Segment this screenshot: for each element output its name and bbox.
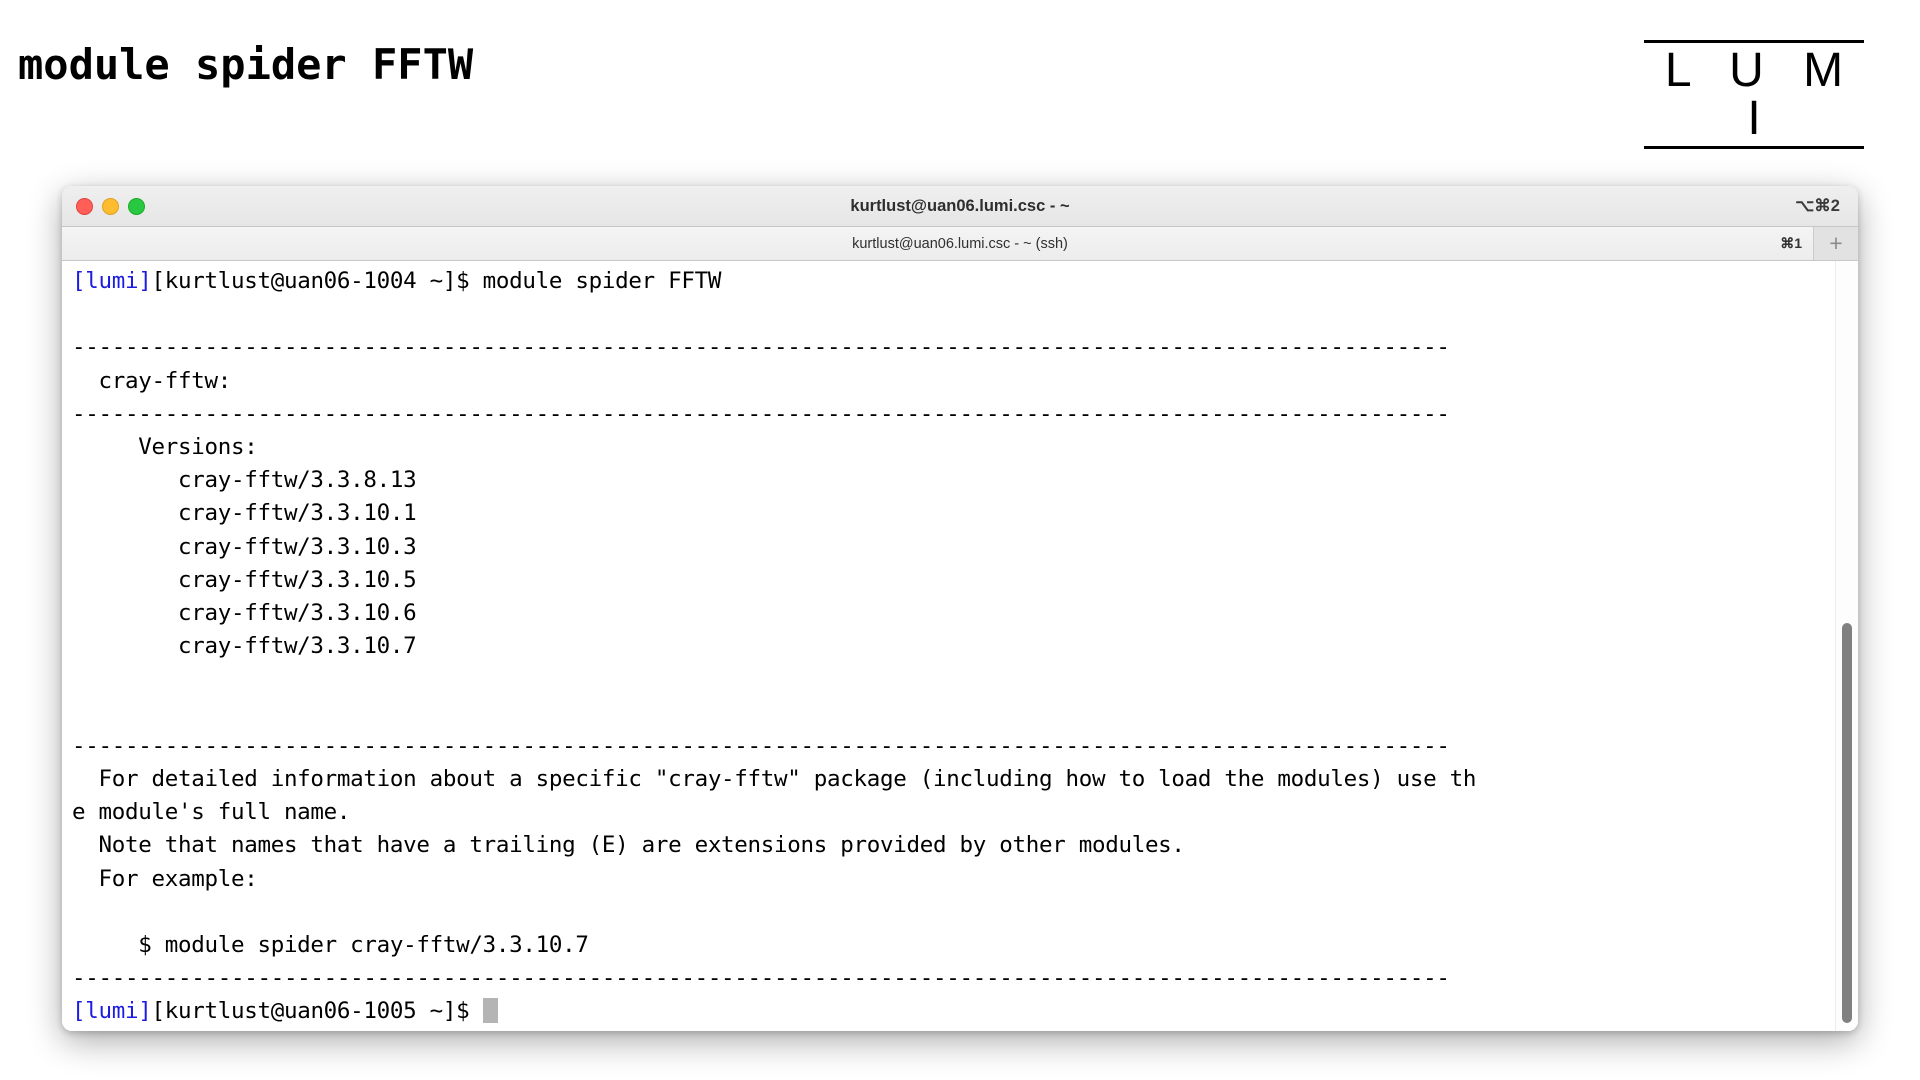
window-shortcut-label: ⌥⌘2 — [1795, 197, 1840, 215]
terminal-line: ----------------------------------------… — [72, 331, 1476, 364]
terminal-body[interactable]: [lumi][kurtlust@uan06-1004 ~]$ module sp… — [62, 261, 1858, 1031]
terminal-line: Note that names that have a trailing (E)… — [72, 829, 1476, 862]
terminal-line: ----------------------------------------… — [72, 730, 1476, 763]
terminal-line: For detailed information about a specifi… — [72, 763, 1476, 796]
prompt-host-token: [lumi] — [72, 998, 152, 1025]
terminal-line-text — [72, 700, 85, 726]
terminal-line: [lumi][kurtlust@uan06-1004 ~]$ module sp… — [72, 265, 1476, 298]
terminal-line-text: [kurtlust@uan06-1004 ~]$ module spider F… — [151, 268, 722, 294]
terminal-line — [72, 298, 1476, 331]
tab-shortcut-label: ⌘1 — [1780, 235, 1802, 251]
terminal-line-text: ----------------------------------------… — [72, 732, 1450, 759]
lumi-logo-text: L U M I — [1664, 44, 1857, 145]
tab-bar: kurtlust@uan06.lumi.csc - ~ (ssh) ⌘1 + — [62, 227, 1858, 261]
terminal-line: ----------------------------------------… — [72, 962, 1476, 995]
terminal-line-text: cray-fftw/3.3.10.5 — [72, 566, 417, 593]
terminal-line-text: For example: — [72, 865, 258, 892]
terminal-line-text: cray-fftw/3.3.10.6 — [72, 600, 417, 627]
terminal-cursor — [482, 998, 498, 1024]
terminal-line-text: For detailed information about a specifi… — [72, 766, 1477, 793]
window-controls — [76, 197, 145, 215]
terminal-line: cray-fftw/3.3.10.5 — [72, 564, 1476, 597]
terminal-scrollbar-track[interactable] — [1835, 261, 1858, 1031]
terminal-line-text: cray-fftw: — [72, 367, 231, 394]
terminal-line-text: $ module spider cray-fftw/3.3.10.7 — [72, 932, 589, 959]
terminal-line: Versions: — [72, 431, 1476, 464]
terminal-line-text: ----------------------------------------… — [72, 334, 1450, 361]
terminal-line: cray-fftw/3.3.10.7 — [72, 630, 1476, 663]
page-title: module spider FFTW — [18, 40, 474, 89]
window-title: kurtlust@uan06.lumi.csc - ~ — [850, 196, 1070, 215]
terminal-line: For example: — [72, 863, 1476, 896]
prompt-host-token: [lumi] — [72, 268, 152, 294]
terminal-line-text: Versions: — [72, 434, 258, 461]
terminal-line: cray-fftw: — [72, 365, 1476, 398]
terminal-line — [72, 697, 1476, 730]
terminal-line — [72, 896, 1476, 929]
terminal-line-text: cray-fftw/3.3.10.3 — [72, 533, 417, 560]
terminal-output: [lumi][kurtlust@uan06-1004 ~]$ module sp… — [72, 265, 1476, 1029]
terminal-window: kurtlust@uan06.lumi.csc - ~ ⌥⌘2 kurtlust… — [62, 186, 1858, 1031]
terminal-line-text — [72, 666, 85, 692]
terminal-line: $ module spider cray-fftw/3.3.10.7 — [72, 929, 1476, 962]
terminal-scrollbar-thumb[interactable] — [1842, 623, 1852, 1023]
terminal-line: ----------------------------------------… — [72, 398, 1476, 431]
terminal-line: cray-fftw/3.3.8.13 — [72, 464, 1476, 497]
terminal-line-text: cray-fftw/3.3.10.1 — [72, 500, 417, 527]
terminal-line: cray-fftw/3.3.10.3 — [72, 531, 1476, 564]
terminal-line-text: cray-fftw/3.3.8.13 — [72, 467, 417, 494]
terminal-line-text: ----------------------------------------… — [72, 965, 1450, 992]
window-title-bar[interactable]: kurtlust@uan06.lumi.csc - ~ ⌥⌘2 — [62, 186, 1858, 227]
maximize-window-button[interactable] — [128, 197, 145, 215]
terminal-line-text — [72, 301, 85, 327]
terminal-line-text: Note that names that have a trailing (E)… — [72, 832, 1185, 859]
close-window-button[interactable] — [76, 197, 93, 215]
minimize-window-button[interactable] — [102, 197, 119, 215]
terminal-line-text: ----------------------------------------… — [72, 400, 1450, 427]
terminal-line — [72, 663, 1476, 696]
terminal-line-text: [kurtlust@uan06-1005 ~]$ — [151, 998, 483, 1025]
terminal-line: e module's full name. — [72, 796, 1476, 829]
terminal-line: cray-fftw/3.3.10.6 — [72, 597, 1476, 630]
terminal-line-text: cray-fftw/3.3.10.7 — [72, 633, 417, 660]
terminal-line: [lumi][kurtlust@uan06-1005 ~]$ — [72, 995, 1476, 1028]
terminal-line-text — [72, 899, 85, 925]
lumi-logo: L U M I — [1644, 40, 1864, 149]
terminal-line-text: e module's full name. — [72, 799, 351, 826]
new-tab-button[interactable]: + — [1813, 227, 1858, 260]
terminal-line: cray-fftw/3.3.10.1 — [72, 497, 1476, 530]
tab-ssh-session[interactable]: kurtlust@uan06.lumi.csc - ~ (ssh) — [62, 236, 1858, 252]
